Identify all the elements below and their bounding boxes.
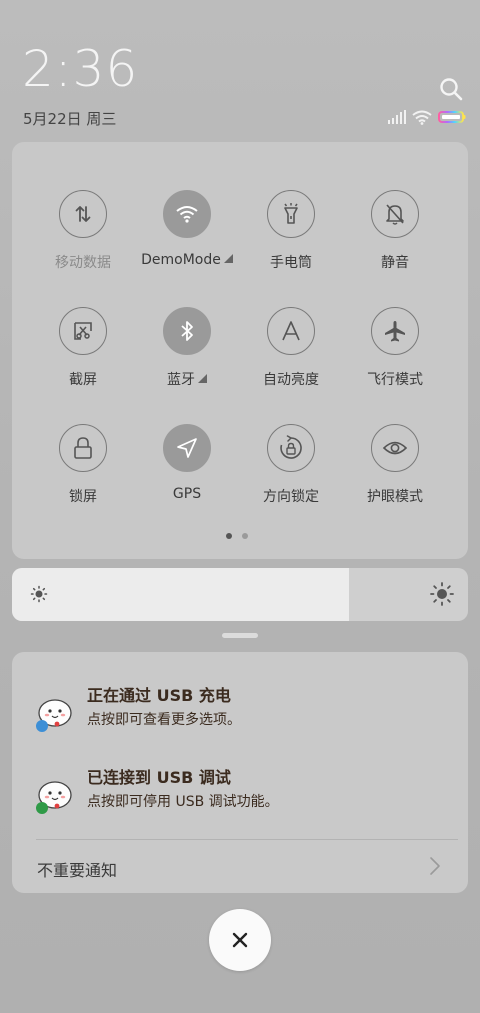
page-indicator [226,533,248,539]
clear-all-button[interactable] [209,909,271,971]
bell-off-icon [371,190,419,238]
chevron-right-icon[interactable] [428,855,442,877]
tile-label: 蓝牙 [132,369,242,389]
wifi-icon [163,190,211,238]
tile-label: 静音 [381,255,409,271]
rotation-lock-icon [267,424,315,472]
tile-screenshot[interactable]: 截屏 [28,307,138,407]
battery-icon [438,111,466,123]
expand-corner-icon [223,254,233,263]
tile-label: 自动亮度 [263,372,319,388]
tile-gps[interactable]: GPS [132,424,242,524]
tile-label: 截屏 [69,372,97,388]
notification-body: 点按即可查看更多选项。 [87,712,241,728]
tile-label: 手电筒 [270,255,312,271]
auto-brightness-icon [267,307,315,355]
tile-label: 护眼模式 [367,489,423,505]
page-dot[interactable] [242,533,248,539]
notification-usb-charging[interactable]: 正在通过 USB 充电 点按即可查看更多选项。 [12,682,468,742]
tile-eye-care[interactable]: 护眼模式 [340,424,450,524]
airplane-icon [371,307,419,355]
tile-auto-brightness[interactable]: 自动亮度 [236,307,346,407]
tile-label: GPS [172,486,202,502]
eye-icon [371,424,419,472]
brightness-high-icon [430,582,454,606]
tile-label: 锁屏 [69,489,97,505]
expand-corner-icon [198,374,207,383]
badge-dot [36,720,48,732]
tile-rotation-lock[interactable]: 方向锁定 [236,424,346,524]
lock-icon [59,424,107,472]
unimportant-notifications-link[interactable]: 不重要通知 [37,857,117,881]
notification-title: 已连接到 USB 调试 [87,768,231,787]
tile-mobile-data[interactable]: 移动数据 [28,190,138,290]
usb-notification-icon [36,781,72,814]
signal-icon [388,110,406,124]
tile-label: DemoMode [132,252,242,268]
brightness-slider[interactable] [12,568,468,621]
status-icons [388,108,466,126]
tile-flashlight[interactable]: 手电筒 [236,190,346,290]
tile-bluetooth[interactable]: 蓝牙 [132,307,242,407]
search-icon[interactable] [438,76,464,102]
notification-panel: 正在通过 USB 充电 点按即可查看更多选项。 已连接到 USB 调试 点按即可… [12,652,468,893]
quick-settings-panel: 移动数据 DemoMode 手电筒 静音 截屏 蓝牙 自动亮度 飞行模式 锁屏 … [12,142,468,559]
mobile-data-icon [59,190,107,238]
divider [36,839,458,840]
tile-lock-screen[interactable]: 锁屏 [28,424,138,524]
notification-title: 正在通过 USB 充电 [87,686,231,705]
usb-notification-icon [36,699,72,732]
drag-handle[interactable] [222,633,258,638]
tile-wifi[interactable]: DemoMode [132,190,242,290]
location-icon [163,424,211,472]
wifi-status-icon [412,110,432,125]
screenshot-icon [59,307,107,355]
tile-airplane[interactable]: 飞行模式 [340,307,450,407]
notification-usb-debugging[interactable]: 已连接到 USB 调试 点按即可停用 USB 调试功能。 [12,764,468,824]
tile-silent[interactable]: 静音 [340,190,450,290]
flashlight-icon [267,190,315,238]
tile-label: 移动数据 [55,255,111,271]
date: 5月22日 周三 [23,110,117,128]
badge-dot [36,802,48,814]
bluetooth-icon [163,307,211,355]
close-icon [232,932,248,948]
brightness-fill [12,568,350,621]
brightness-low-icon [30,585,48,603]
notification-body: 点按即可停用 USB 调试功能。 [87,794,279,810]
page-dot[interactable] [226,533,232,539]
tile-label: 方向锁定 [263,489,319,505]
clock: 2:36 [22,40,139,98]
tile-label: 飞行模式 [367,372,423,388]
